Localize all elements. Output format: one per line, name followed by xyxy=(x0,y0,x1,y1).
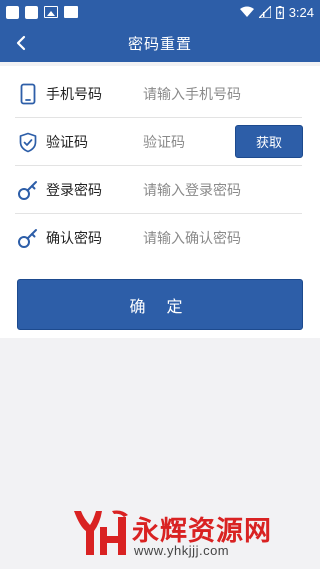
image-icon xyxy=(44,6,58,18)
mail-icon xyxy=(64,6,78,18)
key-icon xyxy=(17,178,39,202)
battery-icon xyxy=(275,5,284,19)
back-button[interactable] xyxy=(12,34,30,52)
notification-icon xyxy=(6,5,19,19)
signal-icon xyxy=(258,6,271,18)
clock: 3:24 xyxy=(288,4,314,20)
chevron-left-icon xyxy=(16,35,26,51)
confirm-password-row: 确认密码 请输入确认密码 xyxy=(0,214,320,262)
verification-code-label: 验证码 xyxy=(46,135,88,151)
watermark-url: www.yhkjjj.com xyxy=(134,543,230,558)
verification-code-row: 验证码 验证码 获取 xyxy=(0,118,320,166)
login-password-input[interactable]: 请输入登录密码 xyxy=(143,180,241,200)
confirm-password-label: 确认密码 xyxy=(46,231,102,247)
login-password-row: 登录密码 请输入登录密码 xyxy=(0,166,320,214)
confirm-password-input[interactable]: 请输入确认密码 xyxy=(143,228,241,248)
wifi-icon xyxy=(239,6,254,17)
confirm-button[interactable]: 确 定 xyxy=(17,279,303,330)
watermark: 永辉资源网 www.yhkjjj.com xyxy=(70,505,300,565)
phone-icon xyxy=(17,82,39,106)
phone-input[interactable]: 请输入手机号码 xyxy=(143,84,241,104)
phone-label: 手机号码 xyxy=(46,87,102,103)
login-password-label: 登录密码 xyxy=(46,183,102,199)
watermark-logo xyxy=(74,510,128,555)
get-code-button[interactable]: 获取 xyxy=(235,125,303,158)
key-icon xyxy=(17,226,39,250)
app-header: 密码重置 xyxy=(0,24,320,62)
phone-row: 手机号码 请输入手机号码 xyxy=(0,70,320,118)
verification-code-input[interactable]: 验证码 xyxy=(143,132,185,152)
page-title: 密码重置 xyxy=(127,34,192,53)
status-bar: 3:24 xyxy=(0,0,320,24)
notification-icon xyxy=(25,5,38,19)
shield-check-icon xyxy=(17,130,39,154)
